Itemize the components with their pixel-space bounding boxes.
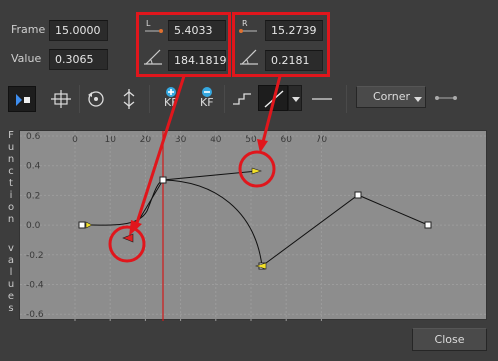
side-label-char: i (9, 190, 13, 201)
selected-handle-point[interactable] (122, 233, 134, 243)
chevron-down-icon (414, 97, 422, 102)
bezier-handle-point[interactable] (85, 221, 93, 229)
bezier-mode-dropdown[interactable] (288, 85, 302, 111)
side-label-char: v (8, 243, 14, 254)
x-tick-label: 60 (280, 135, 292, 145)
center-on-point-button[interactable] (115, 86, 143, 112)
interpolation-select[interactable]: Corner (356, 86, 426, 108)
keyframe-point[interactable] (424, 221, 432, 229)
left-handle-icon: L (142, 17, 164, 37)
remove-kf-label: KF (200, 96, 214, 109)
keyframe-point[interactable] (354, 191, 362, 199)
y-tick-label: -0.6 (26, 310, 44, 320)
annotation-circle (238, 150, 276, 188)
side-label-char: u (7, 279, 15, 290)
function-curve (162, 179, 263, 267)
recenter-button[interactable] (82, 86, 110, 112)
side-label-char: s (8, 303, 14, 314)
right-angle-icon (238, 46, 260, 68)
play-select-button[interactable] (8, 86, 36, 112)
side-label-char: e (7, 291, 15, 302)
y-tick-label: -0.4 (26, 281, 44, 291)
add-kf-label: KF (164, 96, 178, 109)
side-label-char: n (7, 214, 15, 225)
function-graph[interactable]: 0 10 20 30 40 50 60 70 0.6 0.4 0.2 0.0 -0.2 -0.4 -0.6 (19, 130, 488, 321)
keyframe-point[interactable] (78, 221, 86, 229)
remove-keyframe-button[interactable]: KF (193, 84, 221, 114)
annotation-circle (108, 225, 146, 263)
bezier-handle-point[interactable] (251, 167, 262, 175)
close-button[interactable]: Close (412, 328, 487, 351)
y-tick-label: -0.2 (26, 251, 44, 261)
function-curve (261, 194, 429, 267)
side-label-char: o (7, 202, 15, 213)
bezier-mode-button[interactable] (258, 85, 288, 111)
svg-text:R: R (242, 19, 248, 28)
side-label-char: a (7, 255, 15, 266)
stop-motion-button[interactable] (228, 86, 256, 112)
linear-mode-button[interactable] (308, 86, 336, 112)
svg-text:L: L (146, 19, 151, 28)
value-field[interactable]: 0.3065 (49, 49, 108, 70)
interpolation-value: Corner (373, 90, 411, 103)
side-label-char: u (7, 142, 15, 153)
frame-label: Frame (11, 23, 46, 36)
side-label-char: n (7, 154, 15, 165)
x-tick-label: 50 (245, 135, 257, 145)
y-tick-label: 0.0 (26, 221, 41, 231)
function-curve (81, 170, 259, 226)
side-label-char: F (8, 130, 14, 141)
grid-select-button[interactable] (47, 86, 75, 112)
side-label-char: t (9, 178, 13, 189)
side-label-char: l (9, 267, 13, 278)
y-tick-label: 0.2 (26, 191, 40, 201)
y-tick-label: 0.4 (26, 162, 41, 172)
value-label: Value (11, 52, 42, 65)
frame-field[interactable]: 15.0000 (49, 20, 108, 41)
add-keyframe-button[interactable]: KF (157, 84, 185, 114)
right-handle-icon: R (238, 17, 260, 37)
right-handle-angle-field[interactable]: 0.2181 (265, 50, 323, 71)
left-handle-frame-field[interactable]: 5.4033 (168, 20, 226, 41)
x-tick-label: 10 (104, 135, 116, 145)
right-handle-frame-field[interactable]: 15.2739 (265, 20, 323, 41)
keyframe-point[interactable] (159, 176, 167, 184)
link-handles-icon[interactable] (432, 88, 460, 108)
side-label-char: c (8, 166, 14, 177)
y-tick-label: 0.6 (26, 132, 41, 142)
left-angle-icon (142, 46, 164, 68)
left-handle-angle-field[interactable]: 184.1819 (168, 50, 227, 71)
